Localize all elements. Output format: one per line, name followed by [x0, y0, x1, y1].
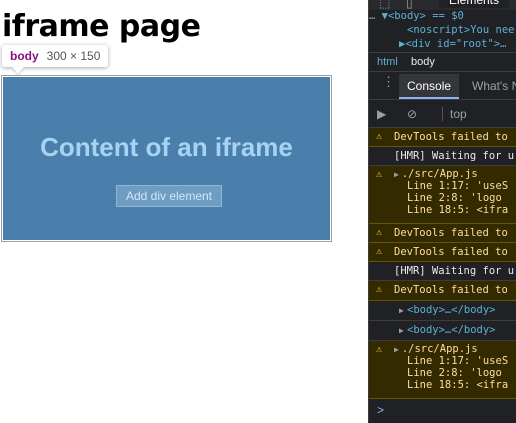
- console-message-text: [HMR] Waiting for u: [394, 265, 515, 277]
- warning-icon: ⚠: [376, 246, 383, 257]
- sidebar-toggle-icon[interactable]: ▶: [377, 107, 386, 121]
- tab-whats-new[interactable]: What's N: [472, 74, 516, 99]
- console-message-header: ▶ ./src/App.js: [394, 168, 478, 180]
- warning-icon: ⚠: [376, 169, 383, 180]
- console-message-text: DevTools failed to: [394, 227, 508, 239]
- warning-icon: ⚠: [376, 131, 383, 142]
- page-viewport: iframe page body 300 × 150 Content of an…: [0, 0, 368, 423]
- warning-icon: ⚠: [376, 344, 383, 355]
- console-message-text: DevTools failed to: [394, 246, 508, 258]
- console-message-text: Line 18:5: <ifra: [407, 204, 509, 216]
- dom-node-body[interactable]: … ▼<body> == $0: [369, 10, 464, 22]
- ellipsis-icon: …: [369, 10, 376, 22]
- console-warning[interactable]: ⚠ ▶ ./src/App.js Line 1:17: 'useS Line 2:…: [369, 341, 516, 399]
- expand-triangle-icon[interactable]: ▶: [394, 170, 399, 179]
- breadcrumb-html[interactable]: html: [377, 56, 398, 68]
- console-warning[interactable]: ⚠ DevTools failed to: [369, 224, 516, 243]
- console-toolbar: ▶ ⊘ top: [369, 100, 516, 128]
- breadcrumb: html body: [369, 52, 516, 72]
- inspect-element-icon[interactable]: ⬚: [379, 0, 390, 10]
- console-message-text: Line 2:8: 'logo: [407, 367, 502, 379]
- console-warning[interactable]: ⚠ ▶ ./src/App.js Line 1:17: 'useS Line 2:…: [369, 166, 516, 224]
- dom-node-root[interactable]: ▶<div id="root">…: [399, 38, 506, 50]
- console-message[interactable]: [HMR] Waiting for u: [369, 262, 516, 281]
- device-toolbar-icon[interactable]: ▯: [406, 0, 413, 10]
- inspect-tooltip: body 300 × 150: [2, 45, 109, 67]
- console-message-text: Line 18:5: <ifra: [407, 379, 509, 391]
- breadcrumb-body[interactable]: body: [407, 56, 439, 68]
- iframe-heading: Content of an iframe: [40, 132, 293, 162]
- dom-node-label: ▶<div id="root">…: [399, 38, 507, 50]
- tab-elements[interactable]: Elements: [439, 0, 509, 8]
- console-message-header: ▶ ./src/App.js: [394, 343, 478, 355]
- elements-tree: … ▼<body> == $0 <noscript>You nee ▶<div …: [369, 10, 516, 52]
- console-warning[interactable]: ⚠ DevTools failed to: [369, 281, 516, 301]
- expand-triangle-icon[interactable]: ▶: [399, 306, 404, 315]
- warning-icon: ⚠: [376, 227, 383, 238]
- console-warning[interactable]: ⚠ DevTools failed to: [369, 128, 516, 147]
- dom-node-label: ▼<body> == $0: [381, 10, 464, 22]
- context-selector[interactable]: top: [442, 107, 467, 121]
- console-message-text: Line 1:17: 'useS: [407, 355, 509, 367]
- console-message-text: [HMR] Waiting for u: [394, 150, 515, 162]
- iframe[interactable]: Content of an iframe Add div element: [1, 75, 332, 242]
- warning-icon: ⚠: [376, 284, 383, 295]
- console-message-text: Line 2:8: 'logo: [407, 192, 502, 204]
- dom-node-label: <noscript>You nee: [407, 24, 515, 36]
- console-message-text: DevTools failed to: [394, 284, 508, 296]
- console-prompt-icon[interactable]: >: [377, 403, 384, 417]
- devtools-panel: ⬚ ▯ Elements … ▼<body> == $0 <noscript>Y…: [368, 0, 516, 423]
- more-options-icon[interactable]: ⋮: [382, 75, 395, 88]
- console-node-text: <body>…</body>: [407, 324, 496, 336]
- tooltip-tag-name: body: [10, 49, 39, 63]
- console-node-entry[interactable]: ▶ <body>…</body>: [369, 321, 516, 341]
- expand-triangle-icon[interactable]: ▶: [394, 345, 399, 354]
- console-node-text: <body>…</body>: [407, 304, 496, 316]
- context-label: top: [450, 107, 467, 121]
- console-message-text: Line 1:17: 'useS: [407, 180, 509, 192]
- console-node-entry[interactable]: ▶ <body>…</body>: [369, 301, 516, 321]
- devtools-tab-bar: ⬚ ▯ Elements: [369, 0, 516, 10]
- console-message-text: DevTools failed to: [394, 131, 508, 143]
- drawer-tab-bar: ⋮ Console What's N: [369, 74, 516, 100]
- expand-triangle-icon[interactable]: ▶: [399, 326, 404, 335]
- tooltip-dimensions: 300 × 150: [46, 49, 101, 63]
- dom-node-noscript[interactable]: <noscript>You nee: [407, 24, 514, 36]
- add-div-button[interactable]: Add div element: [116, 185, 222, 207]
- tab-console[interactable]: Console: [399, 74, 460, 99]
- tooltip-arrow: [12, 67, 24, 74]
- clear-console-icon[interactable]: ⊘: [407, 107, 417, 121]
- page-title: iframe page: [2, 9, 201, 44]
- iframe-body-highlight: Content of an iframe Add div element: [3, 77, 330, 240]
- console-message[interactable]: [HMR] Waiting for u: [369, 147, 516, 166]
- console-messages: ⚠ DevTools failed to [HMR] Waiting for u…: [369, 128, 516, 399]
- console-warning[interactable]: ⚠ DevTools failed to: [369, 243, 516, 262]
